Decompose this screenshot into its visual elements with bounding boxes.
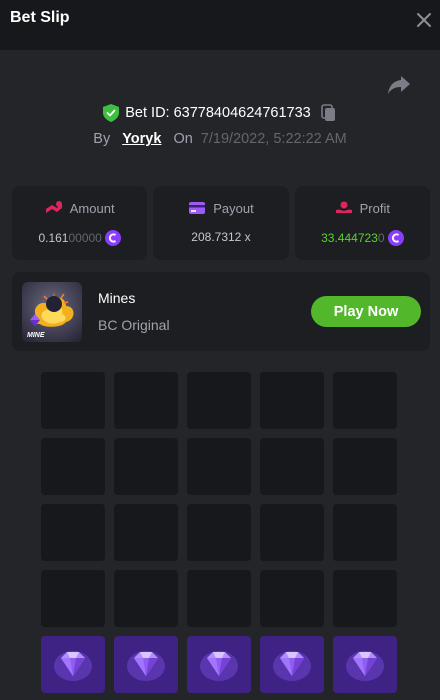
gem-icon xyxy=(273,651,311,681)
grid-cell xyxy=(187,504,251,561)
grid-cell xyxy=(41,504,105,561)
on-label: On xyxy=(173,131,193,147)
grid-cell xyxy=(333,504,397,561)
grid-cell xyxy=(187,438,251,495)
mines-game-thumbnail[interactable]: MINE xyxy=(22,282,82,342)
amount-card: Amount 0.161 00000 xyxy=(12,186,148,260)
amount-icon xyxy=(45,201,62,213)
grid-cell-gem xyxy=(114,636,178,693)
grid-cell xyxy=(260,372,324,429)
profit-card: Profit 33.444723 0 xyxy=(294,186,430,260)
header: Bet Slip xyxy=(0,0,440,38)
game-subtitle: BC Original xyxy=(98,317,170,333)
payout-label: Payout xyxy=(213,200,254,216)
grid-cell-gem xyxy=(333,636,397,693)
grid-cell xyxy=(333,372,397,429)
user-link[interactable]: Yoryk xyxy=(122,131,161,147)
grid-cell xyxy=(187,570,251,627)
grid-cell xyxy=(114,570,178,627)
play-now-button[interactable]: Play Now xyxy=(311,296,421,327)
payout-icon xyxy=(189,202,206,214)
payout-value: 208.7312 x xyxy=(191,230,251,244)
bet-date: 7/19/2022, 5:22:22 AM xyxy=(200,131,347,147)
share-icon[interactable] xyxy=(386,72,412,98)
grid-cell xyxy=(260,438,324,495)
grid-cell xyxy=(333,438,397,495)
profit-label: Profit xyxy=(359,200,390,216)
coin-icon xyxy=(104,230,121,246)
amount-value: 0.161 xyxy=(38,231,69,245)
game-card: MINE Mines BC Original Play Now xyxy=(12,272,430,351)
grid-cell xyxy=(260,570,324,627)
grid-cell xyxy=(187,372,251,429)
bet-meta-row: By Yoryk On 7/19/2022, 5:22:22 AM xyxy=(0,128,440,150)
grid-cell xyxy=(41,570,105,627)
grid-cell xyxy=(114,372,178,429)
game-name: Mines xyxy=(98,290,136,306)
grid-cell xyxy=(114,504,178,561)
verified-shield-icon xyxy=(103,104,120,122)
gem-icon xyxy=(346,651,384,681)
bet-id-row: Bet ID: 63778404624761733 xyxy=(0,102,440,124)
copy-icon[interactable] xyxy=(320,104,337,122)
profit-value: 33.444723 xyxy=(321,231,378,245)
close-icon[interactable] xyxy=(412,8,436,32)
page-title: Bet Slip xyxy=(10,9,70,26)
gem-icon xyxy=(54,651,92,681)
profit-icon xyxy=(335,201,352,213)
profit-value-dim: 0 xyxy=(377,231,385,245)
grid-cell xyxy=(333,570,397,627)
by-label: By xyxy=(93,131,111,147)
bet-id: Bet ID: 63778404624761733 xyxy=(125,105,311,121)
grid-cell-gem xyxy=(187,636,251,693)
thumbnail-label: MINE xyxy=(27,332,45,339)
grid-cell xyxy=(41,372,105,429)
gem-icon xyxy=(127,651,165,681)
payout-card: Payout 208.7312 x xyxy=(153,186,289,260)
grid-cell-gem xyxy=(41,636,105,693)
amount-label: Amount xyxy=(69,200,115,216)
gem-icon xyxy=(200,651,238,681)
grid-cell xyxy=(114,438,178,495)
grid-cell xyxy=(41,438,105,495)
coin-icon xyxy=(387,230,404,246)
amount-value-dim: 00000 xyxy=(68,231,102,245)
grid-cell xyxy=(260,504,324,561)
grid-cell-gem xyxy=(260,636,324,693)
stats-row: Amount 0.161 00000 Payout 208.7312 x Pro… xyxy=(12,186,430,260)
